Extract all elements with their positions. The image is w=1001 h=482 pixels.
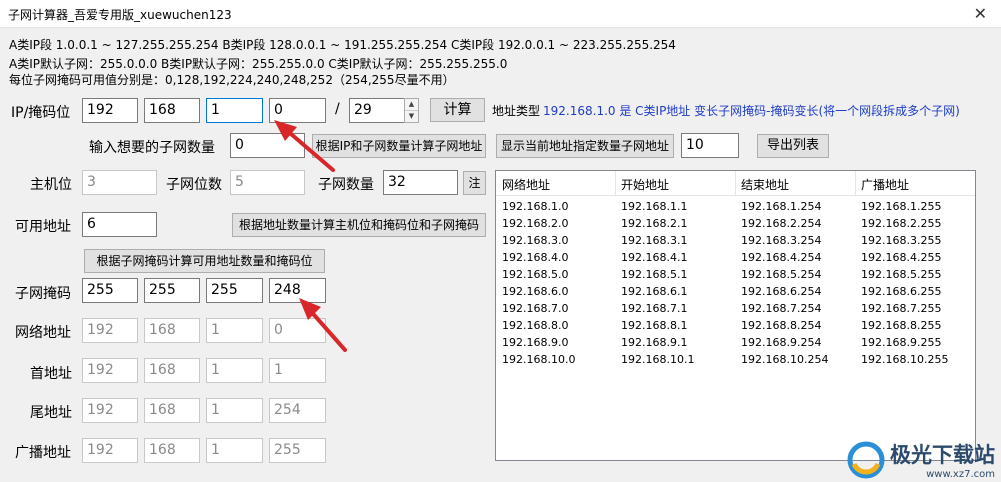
arrow-to-ip-octet-icon <box>282 126 335 172</box>
annotation-arrows <box>274 120 347 352</box>
watermark-text: 极光下载站 <box>890 443 995 467</box>
site-watermark: 极光下载站 www.xz7.com <box>846 439 995 480</box>
watermark-url: www.xz7.com <box>926 469 995 480</box>
aurora-logo-icon <box>847 441 885 478</box>
